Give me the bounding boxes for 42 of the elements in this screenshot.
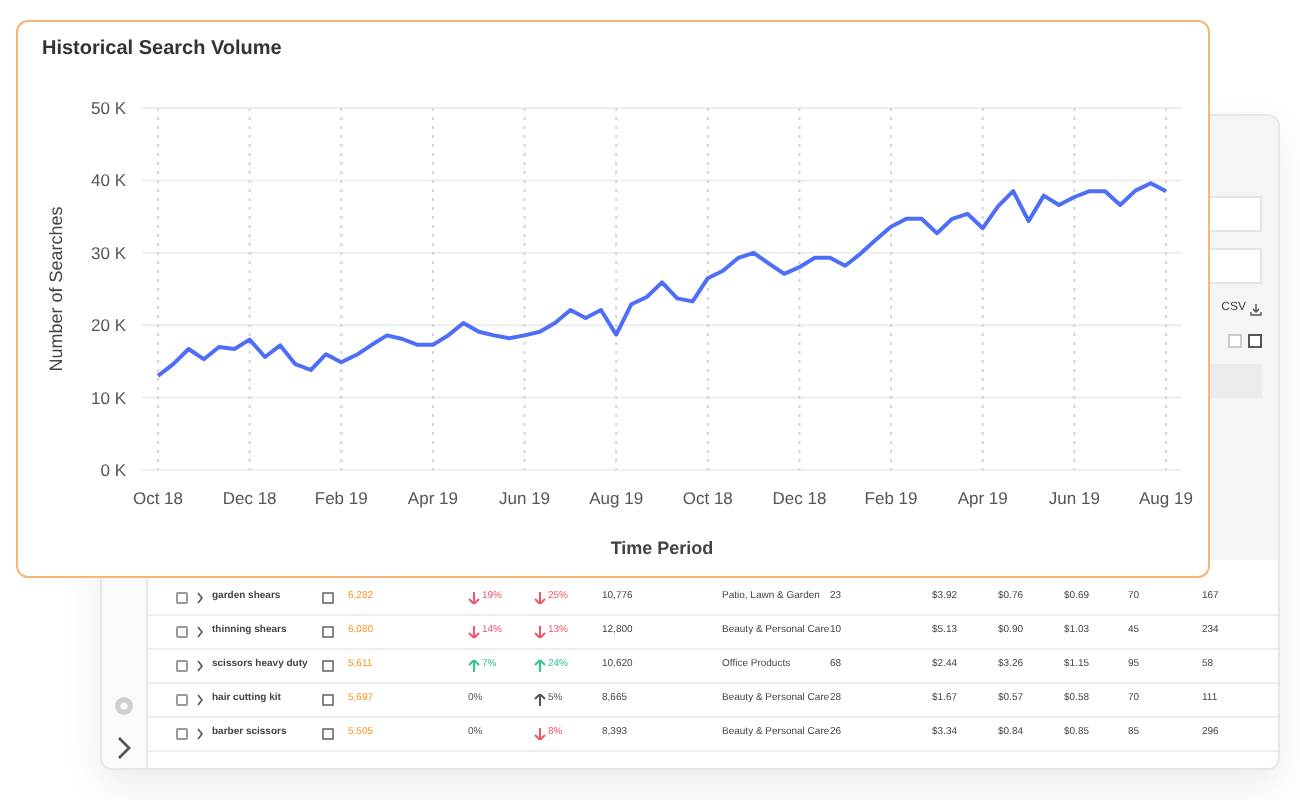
- arrow-up-icon: [534, 694, 546, 706]
- y-tick-label: 10 K: [91, 387, 126, 408]
- arrow-down-icon: [534, 728, 546, 740]
- arrow-down-icon: [534, 626, 546, 638]
- x-tick-label: Oct 18: [682, 488, 733, 508]
- arrow-up-icon: [534, 660, 546, 672]
- row-checkbox[interactable]: [176, 592, 188, 604]
- row-checkbox[interactable]: [176, 694, 188, 706]
- y-tick-label: 40 K: [91, 170, 126, 191]
- row-checkbox[interactable]: [176, 728, 188, 740]
- y-tick-label: 50 K: [91, 98, 126, 118]
- chart-title: Historical Search Volume: [42, 36, 282, 64]
- x-tick-label: Oct 18: [132, 488, 184, 508]
- x-tick-label: Feb 19: [864, 488, 918, 508]
- chevron-right-icon[interactable]: [196, 694, 204, 706]
- y-axis-title: Number of Searches: [46, 206, 66, 372]
- arrow-down-icon: [534, 592, 546, 604]
- x-tick-label: Aug 19: [1139, 488, 1193, 508]
- x-tick-label: Dec 18: [772, 488, 827, 508]
- x-tick-label: Jun 19: [499, 488, 551, 508]
- row-checkbox[interactable]: [176, 660, 188, 672]
- y-tick-label: 20 K: [91, 315, 126, 336]
- arrow-down-icon: [468, 592, 480, 604]
- chevron-right-icon[interactable]: [196, 626, 204, 638]
- chevron-right-icon[interactable]: [196, 728, 204, 740]
- x-tick-label: Feb 19: [314, 488, 368, 508]
- x-tick-label: Apr 19: [407, 488, 458, 508]
- x-tick-label: Aug 19: [589, 488, 644, 508]
- y-tick-label: 30 K: [91, 242, 126, 263]
- y-tick-label: 0 K: [100, 460, 126, 480]
- chevron-right-icon[interactable]: [196, 660, 204, 672]
- download-icon[interactable]: [1250, 303, 1262, 315]
- chevron-right-icon[interactable]: [196, 592, 204, 604]
- chevron-right-icon[interactable]: [116, 736, 132, 760]
- arrow-up-icon: [468, 660, 480, 672]
- x-tick-label: Apr 19: [957, 488, 1008, 508]
- x-tick-label: Jun 19: [1048, 488, 1100, 508]
- next-page-button[interactable]: [1248, 334, 1262, 348]
- x-tick-label: Dec 18: [222, 488, 277, 508]
- arrow-down-icon: [468, 626, 480, 638]
- x-axis-title: Time Period: [610, 538, 714, 558]
- row-checkbox[interactable]: [176, 626, 188, 638]
